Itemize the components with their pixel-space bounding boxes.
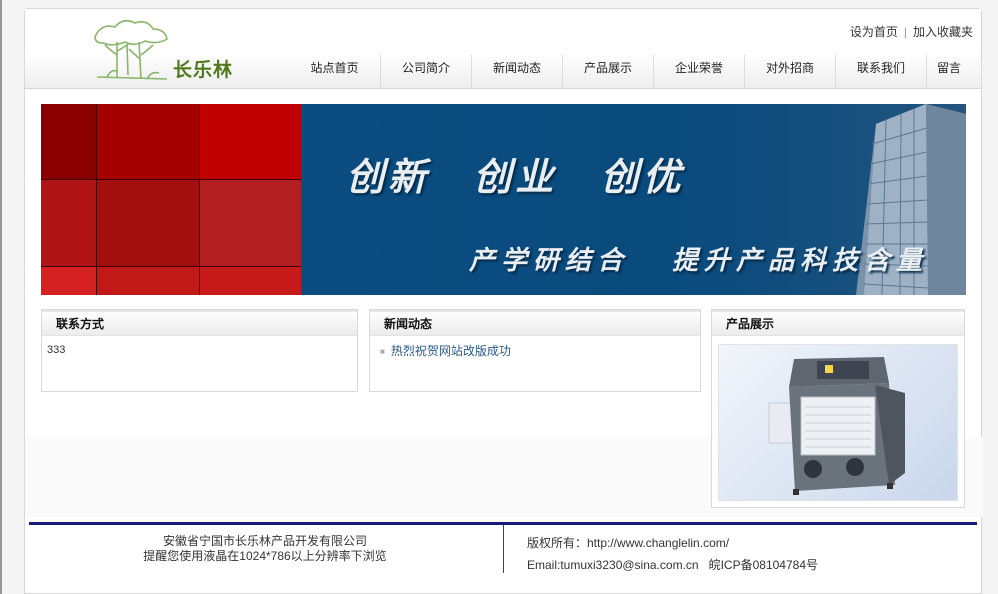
site-header: 长乐林 设为首页 | 加入收藏夹 站点首页 公司简介 新闻动态 产品展示 企业荣誉 …	[25, 9, 981, 89]
set-homepage-link[interactable]: 设为首页	[850, 25, 898, 39]
footer-email: Email:tumuxi3230@sina.com.cn	[527, 558, 699, 572]
add-favorite-link[interactable]: 加入收藏夹	[913, 25, 973, 39]
machine-icon	[768, 357, 905, 495]
nav-item-home[interactable]: 站点首页	[289, 55, 381, 89]
banner-slogan-secondary: 产学研结合 提升产品科技含量	[469, 246, 929, 276]
banner-red-mosaic	[41, 104, 301, 295]
footer-icp[interactable]: 皖ICP备08104784号	[709, 558, 818, 572]
news-box: 新闻动态 ■ 热烈祝贺网站改版成功	[369, 309, 701, 392]
product-box: 产品展示	[711, 309, 965, 508]
nav-item-about[interactable]: 公司简介	[381, 55, 472, 89]
footer-right: 版权所有：http://www.changlelin.com/ Email:tu…	[527, 532, 818, 576]
top-links: 设为首页 | 加入收藏夹	[850, 23, 973, 40]
nav-item-investment[interactable]: 对外招商	[745, 55, 836, 89]
news-list: ■ 热烈祝贺网站改版成功	[370, 336, 700, 367]
footer-left: 安徽省宁国市长乐林产品开发有限公司 提醒您使用液晶在1024*786以上分辨率下…	[25, 534, 505, 564]
tree-icon	[94, 19, 168, 80]
hero-banner: 创新 创业 创优 产学研结合 提升产品科技含量	[41, 104, 966, 295]
footer-company: 安徽省宁国市长乐林产品开发有限公司	[162, 534, 367, 548]
contact-box: 联系方式 333	[41, 309, 358, 392]
contact-box-title: 联系方式	[42, 310, 357, 336]
contact-box-content: 333	[47, 344, 66, 356]
news-item[interactable]: ■ 热烈祝贺网站改版成功	[380, 342, 690, 361]
page-container: 长乐林 设为首页 | 加入收藏夹 站点首页 公司简介 新闻动态 产品展示 企业荣誉 …	[24, 8, 983, 594]
logo-text: 长乐林	[173, 59, 234, 81]
news-box-title: 新闻动态	[370, 310, 700, 336]
footer-copyright: 版权所有：http://www.changlelin.com/	[527, 536, 730, 550]
bullet-icon: ■	[380, 346, 385, 356]
nav-item-news[interactable]: 新闻动态	[472, 55, 563, 89]
top-links-separator: |	[903, 25, 907, 39]
nav-item-honors[interactable]: 企业荣誉	[654, 55, 745, 89]
window-left-edge	[0, 0, 2, 594]
main-nav: 站点首页 公司简介 新闻动态 产品展示 企业荣誉 对外招商 联系我们 留言	[289, 55, 971, 89]
nav-item-contact[interactable]: 联系我们	[836, 55, 927, 89]
product-image[interactable]	[718, 344, 958, 501]
product-box-title: 产品展示	[712, 310, 964, 336]
banner-slogan-primary: 创新 创业 创优	[346, 154, 685, 199]
footer-resolution-tip: 提醒您使用液晶在1024*786以上分辨率下浏览	[143, 549, 387, 563]
nav-item-products[interactable]: 产品展示	[563, 55, 654, 89]
nav-item-guestbook[interactable]: 留言	[927, 55, 971, 89]
news-item-link[interactable]: 热烈祝贺网站改版成功	[391, 344, 511, 358]
footer-vertical-divider	[503, 525, 504, 573]
